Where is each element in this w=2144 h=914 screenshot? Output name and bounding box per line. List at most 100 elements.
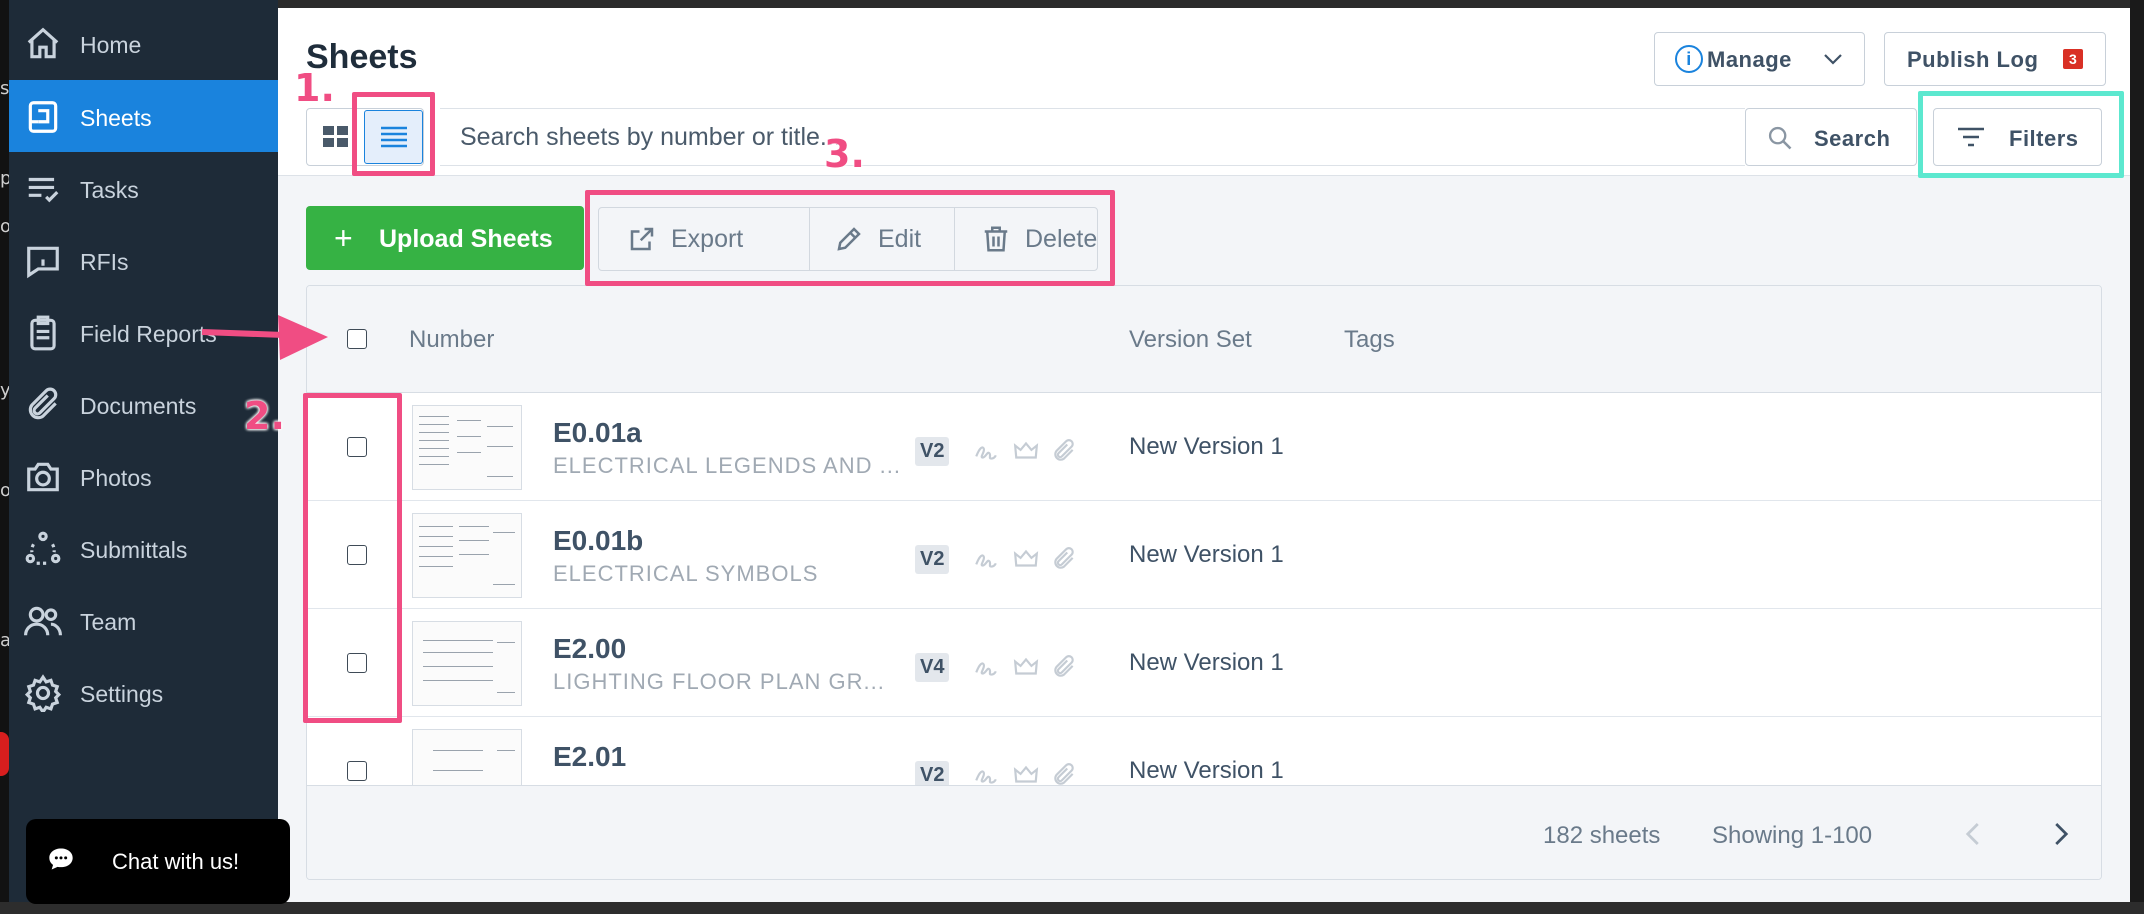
background-window-edge: s p o y oi a (0, 0, 16, 914)
sidebar-item-rfis[interactable]: RFIs (9, 224, 278, 296)
tasks-icon (23, 169, 63, 209)
submittals-icon (23, 529, 63, 569)
signature-icon (973, 438, 999, 464)
annotation-number-3: 3. (824, 132, 865, 176)
sidebar-item-settings[interactable]: Settings (9, 656, 278, 728)
sidebar-item-label: Documents (80, 393, 197, 419)
attachment-icon (1051, 438, 1077, 464)
main-panel: Sheets i Manage Publish Log 3 Search Fil… (278, 8, 2130, 902)
crown-icon (1013, 654, 1039, 680)
sheet-number[interactable]: E0.01a (553, 417, 642, 449)
paperclip-icon (23, 385, 63, 425)
table-row[interactable]: E2.00 LIGHTING FLOOR PLAN GR... V4 New V… (307, 609, 2101, 717)
sidebar-item-photos[interactable]: Photos (9, 440, 278, 512)
gear-icon (23, 673, 63, 713)
sheet-number[interactable]: E2.01 (553, 741, 626, 773)
clipboard-icon (23, 313, 63, 353)
search-button-label: Search (1814, 126, 1891, 151)
sidebar-item-label: RFIs (80, 249, 129, 275)
search-input[interactable] (440, 108, 1745, 166)
row-checkbox[interactable] (347, 761, 367, 781)
annotation-number-2: 2. (244, 394, 285, 438)
version-badge: V4 (915, 653, 950, 682)
table-header: Number Version Set Tags (307, 286, 2101, 393)
sidebar-item-documents[interactable]: Documents (9, 368, 278, 440)
sidebar-item-label: Sheets (80, 105, 152, 131)
manage-label: Manage (1707, 47, 1792, 72)
window-edge (2130, 0, 2144, 914)
search-button[interactable]: Search (1745, 108, 1917, 166)
sheet-title: LIGHTING FLOOR PLAN GR... (553, 669, 885, 694)
annotation-number-1: 1. (294, 66, 335, 110)
column-header-version-set[interactable]: Version Set (1129, 326, 1252, 354)
table-row[interactable]: E0.01b ELECTRICAL SYMBOLS V2 New Version… (307, 501, 2101, 609)
sidebar-item-sheets[interactable]: Sheets (9, 80, 278, 152)
sheet-thumbnail[interactable] (412, 513, 522, 598)
version-set: New Version 1 (1129, 433, 1284, 460)
search-icon (1768, 126, 1792, 150)
version-set: New Version 1 (1129, 757, 1284, 784)
upload-sheets-label: Upload Sheets (379, 225, 553, 253)
annotation-box-checkboxes (303, 393, 402, 723)
sidebar-item-submittals[interactable]: Submittals (9, 512, 278, 584)
sidebar-item-label: Settings (80, 681, 164, 707)
sheet-title: ELECTRICAL LEGENDS AND ... (553, 453, 901, 478)
table-footer: 182 sheets Showing 1-100 (307, 785, 2101, 879)
sheets-table: Number Version Set Tags E0.01a ELECTRICA… (306, 285, 2102, 880)
signature-icon (973, 762, 999, 785)
chat-label: Chat with us! (112, 849, 240, 874)
version-set: New Version 1 (1129, 541, 1284, 568)
annotation-box-bulk-actions (585, 190, 1115, 286)
sidebar-item-label: Tasks (80, 177, 139, 203)
signature-icon (973, 654, 999, 680)
publish-log-button[interactable]: Publish Log 3 (1884, 32, 2106, 86)
manage-button[interactable]: i Manage (1654, 32, 1865, 86)
sheets-icon (23, 97, 63, 137)
column-header-number[interactable]: Number (409, 326, 494, 354)
sidebar-item-label: Team (80, 609, 137, 635)
version-badge: V2 (915, 437, 950, 466)
chat-widget-button[interactable]: Chat with us! (26, 819, 290, 904)
upload-sheets-button[interactable]: + Upload Sheets (306, 206, 584, 270)
select-all-checkbox[interactable] (347, 329, 367, 349)
sidebar-item-tasks[interactable]: Tasks (9, 152, 278, 224)
sheet-number[interactable]: E2.00 (553, 633, 626, 665)
chevron-right-icon[interactable] (2045, 816, 2075, 852)
grid-icon (322, 126, 348, 147)
sheet-number[interactable]: E0.01b (553, 525, 643, 557)
background-red-dot (0, 732, 9, 776)
version-badge: V2 (915, 545, 950, 574)
sheet-title: ELECTRICAL SYMBOLS (553, 561, 819, 586)
chevron-left-icon[interactable] (1959, 816, 1989, 852)
attachment-icon (1051, 654, 1077, 680)
table-row[interactable]: E0.01a ELECTRICAL LEGENDS AND ... V2 New… (307, 393, 2101, 501)
sheet-thumbnail[interactable] (412, 729, 522, 785)
sidebar-item-team[interactable]: Team (9, 584, 278, 656)
sheet-thumbnail[interactable] (412, 405, 522, 490)
signature-icon (973, 546, 999, 572)
home-icon (23, 24, 63, 64)
column-header-tags[interactable]: Tags (1344, 326, 1395, 354)
sidebar-item-label: Submittals (80, 537, 188, 563)
table-body: E0.01a ELECTRICAL LEGENDS AND ... V2 New… (307, 393, 2101, 785)
annotation-arrow-icon (201, 315, 328, 360)
publish-log-label: Publish Log (1907, 47, 2039, 72)
info-icon: i (1675, 45, 1703, 73)
publish-log-count-badge: 3 (2063, 49, 2084, 69)
crown-icon (1013, 438, 1039, 464)
version-set: New Version 1 (1129, 649, 1284, 676)
rfi-icon (23, 241, 63, 281)
sidebar-item-home[interactable]: Home (9, 7, 278, 79)
plus-icon: + (334, 220, 353, 256)
team-icon (23, 601, 63, 641)
chevron-down-icon (1824, 54, 1842, 65)
crown-icon (1013, 546, 1039, 572)
sidebar: Home Sheets Tasks RFIs Field Reports Doc… (9, 0, 278, 902)
attachment-icon (1051, 762, 1077, 785)
table-row[interactable]: E2.01 V2 New Version 1 (307, 717, 2101, 785)
sheet-thumbnail[interactable] (412, 621, 522, 706)
version-badge: V2 (915, 761, 950, 785)
camera-icon (23, 457, 63, 497)
annotation-box-filters (1918, 91, 2124, 178)
sheet-count: 182 sheets (1543, 822, 1661, 849)
